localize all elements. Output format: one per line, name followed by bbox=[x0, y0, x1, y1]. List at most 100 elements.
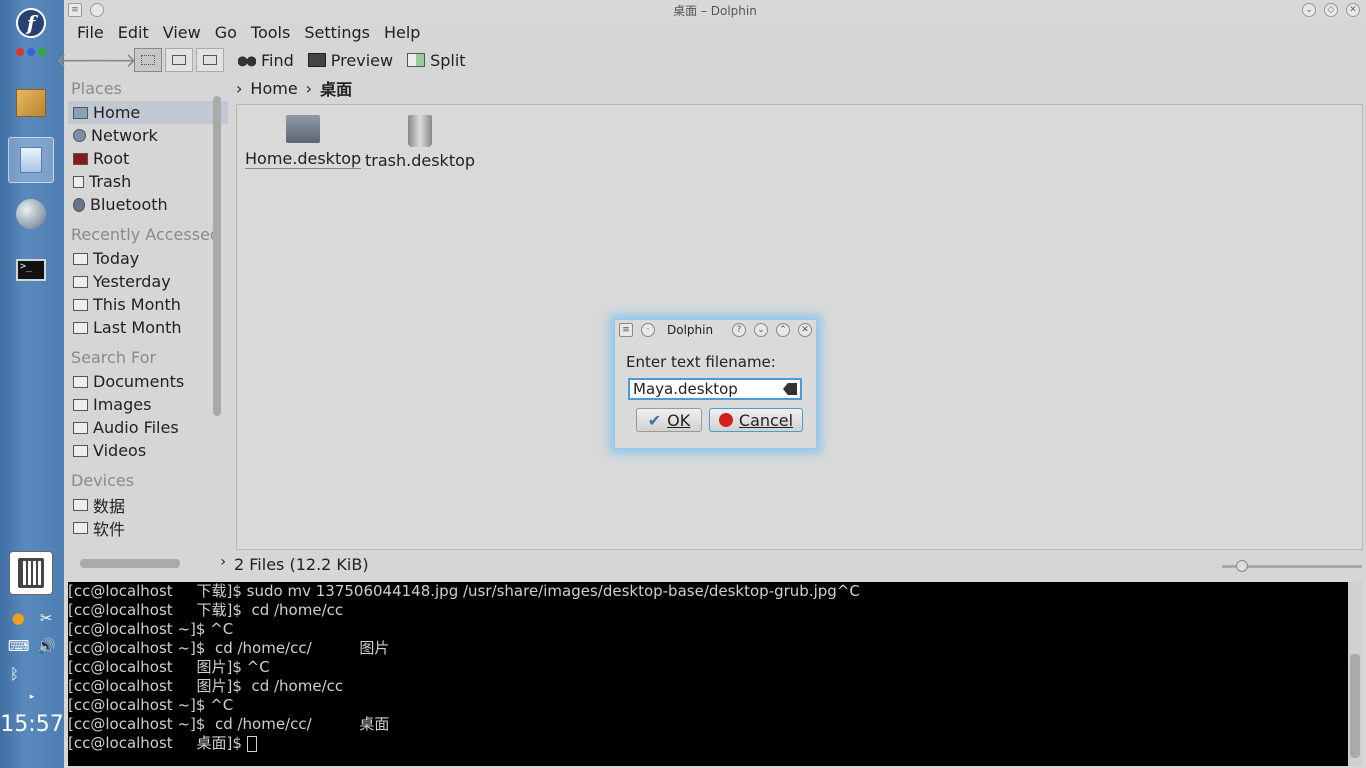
menu-settings[interactable]: Settings bbox=[297, 20, 377, 44]
dolphin-task-icon[interactable] bbox=[8, 137, 54, 183]
tray-expand-icon[interactable]: ▸ bbox=[30, 692, 35, 702]
dialog-menu-icon[interactable]: ≡ bbox=[619, 323, 633, 337]
menu-help[interactable]: Help bbox=[377, 20, 427, 44]
place-label: Videos bbox=[93, 441, 147, 460]
minimize-icon[interactable]: ⌄ bbox=[1302, 3, 1316, 17]
volume-icon[interactable]: 🔊 bbox=[37, 637, 56, 655]
file-item[interactable]: Home.desktop bbox=[245, 115, 362, 169]
clock[interactable]: 15:57 bbox=[0, 712, 64, 737]
places-hscrollbar[interactable]: › bbox=[68, 554, 228, 572]
place-label: Yesterday bbox=[93, 272, 171, 291]
terminal-line: [cc@localhost 下载]$ cd /home/cc bbox=[68, 601, 344, 619]
documents-icon bbox=[73, 375, 88, 388]
icons-view-button[interactable] bbox=[134, 48, 162, 72]
dialog-pin-icon[interactable]: · bbox=[641, 323, 655, 337]
place-network[interactable]: Network bbox=[68, 124, 228, 147]
terminal-line: [cc@localhost 图片]$ ^C bbox=[68, 658, 270, 676]
cancel-button[interactable]: Cancel bbox=[709, 408, 803, 432]
menu-view[interactable]: View bbox=[156, 20, 208, 44]
menu-edit[interactable]: Edit bbox=[111, 20, 156, 44]
scrollbar-thumb[interactable] bbox=[1350, 654, 1360, 758]
scrollbar-thumb[interactable] bbox=[213, 96, 221, 416]
place-trash[interactable]: Trash bbox=[68, 170, 228, 193]
place-root[interactable]: Root bbox=[68, 147, 228, 170]
place-images[interactable]: Images bbox=[68, 393, 228, 416]
terminal-line: [cc@localhost 图片]$ cd /home/cc bbox=[68, 677, 344, 695]
search-header: Search For bbox=[71, 348, 157, 367]
toolbar: 🡐 🡒 Find Preview Split bbox=[55, 46, 1366, 74]
scroll-right-icon[interactable]: › bbox=[220, 554, 226, 570]
filename-input[interactable]: Maya.desktop bbox=[628, 378, 802, 400]
audio-icon bbox=[73, 421, 88, 434]
menu-file[interactable]: File bbox=[70, 20, 111, 44]
find-label: Find bbox=[261, 50, 294, 70]
menu-tools[interactable]: Tools bbox=[244, 20, 297, 44]
calendar-icon bbox=[73, 298, 88, 311]
terminal-line: [cc@localhost ~]$ ^C bbox=[68, 696, 234, 714]
place-audio-files[interactable]: Audio Files bbox=[68, 416, 228, 439]
zoom-slider[interactable] bbox=[1222, 560, 1362, 572]
hscrollbar-thumb[interactable] bbox=[80, 559, 180, 568]
ok-label: OK bbox=[667, 410, 691, 430]
terminal-cursor[interactable] bbox=[246, 735, 257, 752]
dialog-title: Dolphin bbox=[667, 323, 714, 337]
terminal-line: [cc@localhost ~]$ cd /home/cc/ 桌面 bbox=[68, 715, 390, 733]
title-bar[interactable]: ≡ 桌面 – Dolphin ⌄ ◇ ✕ bbox=[64, 0, 1366, 20]
dialog-maximize-icon[interactable]: ⌃ bbox=[776, 323, 790, 337]
network-icon[interactable] bbox=[6, 548, 56, 598]
klipper-icon[interactable]: ● bbox=[12, 609, 25, 627]
forward-arrow-icon[interactable]: 🡒 bbox=[83, 48, 137, 72]
breadcrumb-chevron-icon[interactable]: › bbox=[236, 79, 242, 98]
file-item[interactable]: trash.desktop bbox=[365, 115, 475, 170]
place-documents[interactable]: Documents bbox=[68, 370, 228, 393]
help-icon[interactable]: ? bbox=[732, 323, 746, 337]
place-yesterday[interactable]: Yesterday bbox=[68, 270, 228, 293]
terminal-launcher-icon[interactable]: >_ bbox=[8, 247, 54, 293]
places-panel: Places Home Network Root Trash Bluetooth… bbox=[68, 78, 228, 554]
activities-icon[interactable] bbox=[8, 32, 54, 72]
file-name: Home.desktop bbox=[245, 149, 362, 169]
place-device-software[interactable]: 软件 bbox=[68, 516, 228, 539]
filename-dialog: ≡ · Dolphin ? ⌄ ⌃ ✕ Enter text filename:… bbox=[614, 319, 817, 449]
breadcrumb-current[interactable]: 桌面 bbox=[320, 76, 352, 100]
terminal-panel[interactable]: [cc@localhost 下载]$ sudo mv 137506044148.… bbox=[68, 582, 1348, 766]
place-bluetooth[interactable]: Bluetooth bbox=[68, 193, 228, 216]
find-button[interactable]: Find bbox=[238, 51, 294, 70]
place-today[interactable]: Today bbox=[68, 247, 228, 270]
close-icon[interactable]: ✕ bbox=[1346, 3, 1360, 17]
details-view-button[interactable] bbox=[165, 48, 193, 72]
scissors-icon[interactable]: ✂ bbox=[40, 609, 53, 627]
place-label: 数据 bbox=[93, 496, 126, 516]
breadcrumb-home[interactable]: Home bbox=[250, 79, 297, 98]
calendar-icon bbox=[73, 321, 88, 334]
places-scrollbar[interactable] bbox=[212, 92, 222, 554]
place-this-month[interactable]: This Month bbox=[68, 293, 228, 316]
desktop-panel: f >_ ● ✂ ⌨ 🔊 ᛒ ▸ 15:57 bbox=[0, 0, 64, 768]
place-label: Audio Files bbox=[93, 418, 179, 437]
breadcrumb-separator-icon[interactable]: › bbox=[306, 79, 312, 98]
terminal-scrollbar[interactable] bbox=[1348, 582, 1362, 766]
ok-button[interactable]: ✔ OK bbox=[636, 408, 702, 432]
place-device-data[interactable]: 数据 bbox=[68, 493, 228, 516]
cancel-label: Cancel bbox=[738, 410, 794, 430]
place-last-month[interactable]: Last Month bbox=[68, 316, 228, 339]
place-videos[interactable]: Videos bbox=[68, 439, 228, 462]
menu-go[interactable]: Go bbox=[208, 20, 244, 44]
clear-text-icon[interactable] bbox=[783, 383, 797, 395]
browser-icon[interactable] bbox=[8, 191, 54, 237]
dialog-close-icon[interactable]: ✕ bbox=[798, 323, 812, 337]
dialog-title-bar[interactable]: ≡ · Dolphin ? ⌄ ⌃ ✕ bbox=[615, 320, 816, 340]
place-label: Documents bbox=[93, 372, 185, 391]
places-header: Places bbox=[71, 79, 122, 98]
bluetooth-icon[interactable]: ᛒ bbox=[10, 665, 19, 683]
split-button[interactable]: Split bbox=[407, 51, 466, 70]
trash-icon bbox=[408, 115, 433, 147]
place-home[interactable]: Home bbox=[68, 101, 228, 124]
package-manager-icon[interactable] bbox=[8, 80, 54, 126]
preview-button[interactable]: Preview bbox=[307, 51, 393, 70]
maximize-icon[interactable]: ◇ bbox=[1324, 3, 1338, 17]
columns-view-button[interactable] bbox=[196, 48, 224, 72]
keyboard-icon[interactable]: ⌨ bbox=[8, 637, 30, 655]
zoom-slider-handle[interactable] bbox=[1236, 560, 1248, 572]
dialog-minimize-icon[interactable]: ⌄ bbox=[754, 323, 768, 337]
